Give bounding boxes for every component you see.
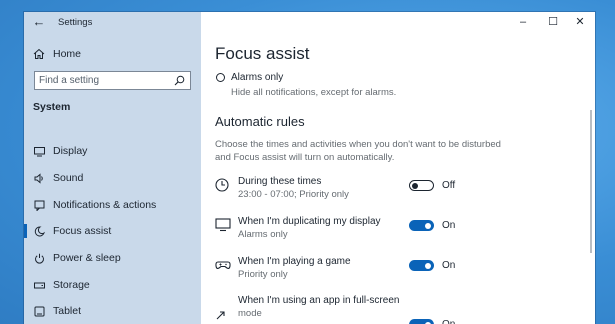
search-input[interactable] bbox=[39, 74, 167, 87]
power-icon bbox=[35, 253, 44, 263]
sidebar-item-label: Notifications & actions bbox=[53, 199, 157, 211]
sidebar-item-label: Storage bbox=[53, 279, 90, 291]
main-content: – ☐ ✕ Focus assist Alarms only Hide all … bbox=[201, 12, 595, 324]
radio-label: Alarms only bbox=[231, 72, 284, 83]
search-box[interactable] bbox=[34, 71, 191, 90]
toggle-knob bbox=[412, 182, 418, 189]
scrollbar[interactable] bbox=[590, 110, 592, 253]
rule-full-screen-app[interactable]: When I'm using an app in full-screen mod… bbox=[215, 295, 585, 324]
back-button[interactable]: ← bbox=[29, 14, 49, 30]
storage-icon bbox=[34, 282, 45, 288]
notifications-icon bbox=[34, 200, 45, 211]
rule-playing-game[interactable]: When I'm playing a game Priority only On bbox=[215, 256, 585, 290]
rule-subtitle: Alarms only bbox=[238, 229, 288, 240]
sidebar-item-label: Tablet bbox=[53, 305, 82, 317]
rule-title: During these times bbox=[238, 176, 322, 187]
rule-toggle[interactable] bbox=[409, 319, 434, 324]
rule-toggle[interactable] bbox=[409, 260, 434, 271]
sidebar-item-notifications[interactable]: Notifications & actions bbox=[24, 193, 201, 217]
rule-state: Off bbox=[442, 180, 456, 191]
sidebar-item-storage[interactable]: Storage bbox=[24, 273, 201, 297]
rule-title: When I'm duplicating my display bbox=[238, 216, 381, 227]
sidebar-item-tablet[interactable]: Tablet bbox=[24, 299, 201, 323]
clock-icon bbox=[215, 178, 229, 192]
gamepad-icon bbox=[215, 261, 231, 269]
maximize-button[interactable]: ☐ bbox=[544, 15, 562, 29]
radio-button[interactable] bbox=[216, 73, 225, 82]
minimize-button[interactable]: – bbox=[514, 15, 532, 29]
toggle-knob bbox=[425, 222, 431, 229]
sidebar-item-focus-assist[interactable]: Focus assist bbox=[24, 219, 201, 243]
sidebar-item-label: Display bbox=[53, 145, 88, 157]
moon-icon bbox=[34, 225, 45, 236]
rule-subtitle: mode bbox=[238, 308, 262, 319]
sidebar: ← Settings Home System Display bbox=[24, 12, 201, 324]
section-heading: Automatic rules bbox=[215, 114, 305, 129]
radio-description: Hide all notifications, except for alarm… bbox=[231, 87, 397, 98]
sidebar-item-display[interactable]: Display bbox=[24, 139, 201, 163]
rule-state: On bbox=[442, 220, 456, 231]
alarms-only-option[interactable]: Alarms only bbox=[216, 72, 283, 83]
section-title: System bbox=[33, 101, 71, 113]
home-link[interactable]: Home bbox=[33, 46, 81, 62]
rule-during-these-times[interactable]: During these times 23:00 - 07:00; Priori… bbox=[215, 176, 585, 210]
rule-title: When I'm playing a game bbox=[238, 256, 351, 267]
sidebar-item-power-sleep[interactable]: Power & sleep bbox=[24, 246, 201, 270]
page-title: Focus assist bbox=[215, 44, 310, 63]
rule-toggle[interactable] bbox=[409, 180, 434, 191]
monitor-icon bbox=[215, 218, 231, 232]
rule-subtitle: 23:00 - 07:00; Priority only bbox=[238, 189, 349, 200]
sidebar-item-label: Power & sleep bbox=[53, 252, 121, 264]
fullscreen-icon bbox=[216, 311, 225, 320]
tablet-icon bbox=[34, 306, 45, 316]
rule-state: On bbox=[442, 260, 456, 271]
close-button[interactable]: ✕ bbox=[571, 15, 589, 29]
sidebar-item-label: Sound bbox=[53, 172, 84, 184]
section-description: Choose the times and activities when you… bbox=[215, 139, 501, 163]
settings-window: ← Settings Home System Display bbox=[24, 12, 595, 324]
home-label: Home bbox=[53, 48, 82, 60]
titlebar-left: ← Settings bbox=[24, 12, 201, 32]
app-title: Settings bbox=[58, 17, 93, 28]
rule-subtitle: Priority only bbox=[238, 269, 288, 280]
home-icon bbox=[33, 48, 45, 59]
sidebar-item-label: Focus assist bbox=[53, 225, 112, 237]
sidebar-item-sound[interactable]: Sound bbox=[24, 166, 201, 190]
rule-title: When I'm using an app in full-screen bbox=[238, 295, 400, 306]
search-icon[interactable] bbox=[174, 75, 185, 86]
display-icon bbox=[34, 146, 45, 156]
toggle-knob bbox=[425, 262, 431, 269]
rule-duplicating-display[interactable]: When I'm duplicating my display Alarms o… bbox=[215, 216, 585, 250]
sound-icon bbox=[34, 172, 43, 184]
rule-toggle[interactable] bbox=[409, 220, 434, 231]
active-indicator bbox=[24, 224, 27, 238]
rule-state: On bbox=[442, 319, 455, 324]
